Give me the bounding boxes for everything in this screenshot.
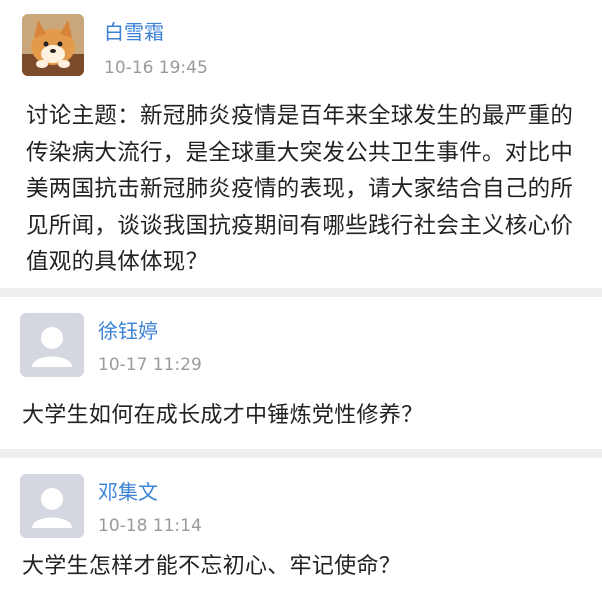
default-user-avatar-icon[interactable] <box>20 474 84 538</box>
topic-post: 白雪霜 10-16 19:45 讨论主题：新冠肺炎疫情是百年来全球发生的最严重的… <box>0 0 602 288</box>
timestamp: 10-18 11:14 <box>98 516 202 536</box>
divider <box>0 449 602 458</box>
default-user-avatar-icon[interactable] <box>20 313 84 377</box>
username[interactable]: 邓集文 <box>98 480 158 504</box>
timestamp: 10-16 19:45 <box>104 58 208 78</box>
divider <box>0 288 602 297</box>
timestamp: 10-17 11:29 <box>98 355 202 375</box>
reply-post: 邓集文 10-18 11:14 大学生怎样才能不忘初心、牢记使命？ <box>0 458 602 606</box>
reply-content: 大学生如何在成长成才中锤炼党性修养？ <box>22 403 424 428</box>
username[interactable]: 白雪霜 <box>104 20 164 44</box>
username[interactable]: 徐钰婷 <box>98 319 158 343</box>
reply-content: 大学生怎样才能不忘初心、牢记使命？ <box>22 554 402 579</box>
reply-post: 徐钰婷 10-17 11:29 大学生如何在成长成才中锤炼党性修养？ <box>0 297 602 449</box>
discussion-thread: 白雪霜 10-16 19:45 讨论主题：新冠肺炎疫情是百年来全球发生的最严重的… <box>0 0 602 606</box>
topic-content: 讨论主题：新冠肺炎疫情是百年来全球发生的最严重的传染病大流行，是全球重大突发公共… <box>26 103 574 275</box>
shiba-dog-avatar-icon[interactable] <box>22 14 84 76</box>
